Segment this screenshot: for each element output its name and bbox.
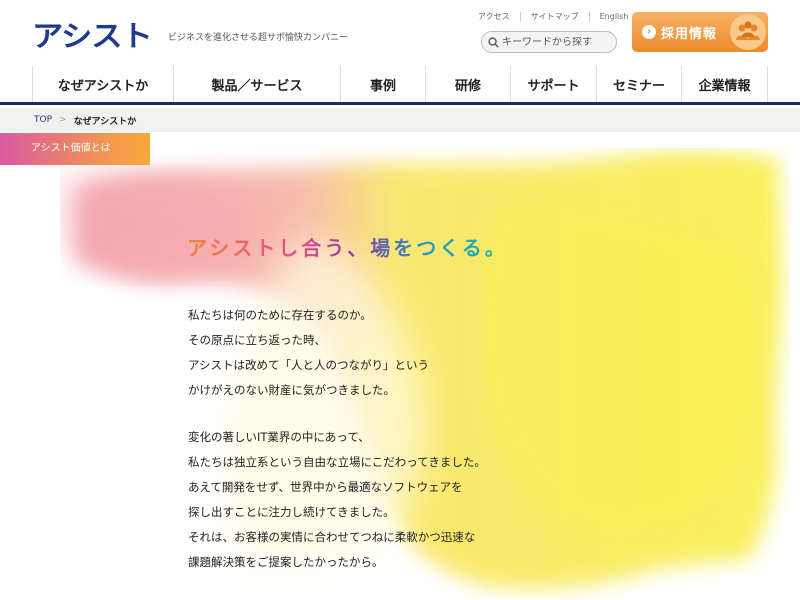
section-tab: アシスト価値とは [0, 133, 150, 165]
search-input[interactable] [502, 36, 602, 48]
access-link[interactable]: アクセス [468, 12, 520, 22]
paragraph-line: アシストは改めて「人と人のつながり」という [188, 358, 430, 372]
tagline: ビジネスを進化させる超サポ愉快カンパニー [168, 33, 349, 43]
nav-item-why-assist[interactable]: なぜアシストか [32, 66, 174, 102]
paragraph-line: 私たちは独立系という自由な立場にこだわってきました。 [188, 455, 486, 469]
paragraph-line: あえて開発をせず、世界中から最適なソフトウェアを [188, 480, 463, 494]
nav-item-cases[interactable]: 事例 [341, 66, 426, 102]
utility-links: アクセス サイトマップ English [468, 12, 639, 22]
page-headline: アシストし合う、場をつくる。 [187, 232, 508, 261]
recruit-label: 採用情報 [661, 26, 718, 42]
nav-item-seminar[interactable]: セミナー [597, 66, 682, 102]
people-icon [730, 14, 766, 50]
nav-item-products[interactable]: 製品／サービス [174, 66, 341, 102]
nav-item-support[interactable]: サポート [511, 66, 597, 102]
paragraph-line: 私たちは何のために存在するのか。 [188, 308, 372, 322]
breadcrumb: TOP > なぜアシストか [0, 108, 800, 132]
global-nav: なぜアシストか 製品／サービス 事例 研修 サポート セミナー 企業情報 [32, 66, 768, 102]
body-paragraph: 変化の著しいIT業界の中にあって、 私たちは独立系という自由な立場にこだわってき… [188, 425, 486, 575]
search-icon[interactable] [488, 36, 499, 48]
breadcrumb-separator: > [59, 115, 67, 125]
breadcrumb-current: なぜアシストか [73, 116, 137, 127]
intro-paragraph: 私たちは何のために存在するのか。 その原点に立ち返った時、 アシストは改めて「人… [188, 303, 429, 403]
paragraph-line: 変化の著しいIT業界の中にあって、 [188, 430, 370, 444]
paragraph-line: その原点に立ち返った時、 [188, 333, 326, 347]
paragraph-line: それは、お客様の実情に合わせてつねに柔軟かつ迅速な [188, 530, 476, 544]
site-header: アシスト ビジネスを進化させる超サポ愉快カンパニー アクセス サイトマップ En… [0, 0, 800, 66]
site-logo[interactable]: アシスト [32, 20, 153, 52]
chevron-right-icon: › [642, 25, 656, 39]
recruit-button[interactable]: › 採用情報 [632, 12, 768, 52]
nav-item-company[interactable]: 企業情報 [682, 66, 768, 102]
nav-divider [0, 102, 800, 105]
sitemap-link[interactable]: サイトマップ [519, 12, 589, 22]
nav-item-training[interactable]: 研修 [426, 66, 511, 102]
search-box[interactable] [481, 31, 617, 53]
paragraph-line: 課題解決策をご提案したかったから。 [188, 555, 384, 569]
paragraph-line: 探し出すことに注力し続けてきました。 [188, 505, 395, 519]
paragraph-line: かけがえのない財産に気がつきました。 [188, 383, 395, 397]
breadcrumb-top-link[interactable]: TOP [34, 115, 52, 125]
